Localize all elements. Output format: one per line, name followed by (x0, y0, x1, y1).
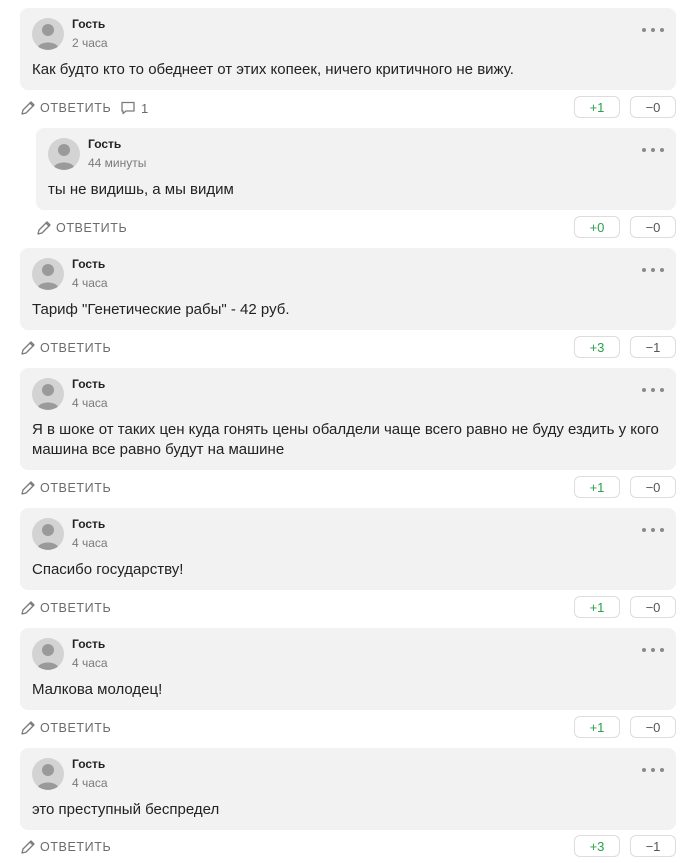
comment-time: 4 часа (72, 396, 108, 410)
comment-actions: ОТВЕТИТЬ +1 −0 (20, 716, 676, 740)
comment-text: Тариф "Генетические рабы" - 42 руб. (32, 301, 290, 318)
comment-bubble: Гость 4 часа это преступный беспредел (20, 748, 676, 830)
pencil-icon (21, 601, 35, 615)
upvote-button[interactable]: +1 (574, 96, 620, 118)
upvote-button[interactable]: +0 (574, 216, 620, 238)
comment-actions: ОТВЕТИТЬ +1 −0 (20, 596, 676, 620)
downvote-button[interactable]: −0 (630, 596, 676, 618)
downvote-button[interactable]: −1 (630, 336, 676, 358)
comment-text: это преступный беспредел (32, 801, 220, 818)
avatar[interactable] (32, 258, 64, 290)
comment-time: 4 часа (72, 656, 108, 670)
comment-bubble: Гость 44 минуты ты не видишь, а мы видим (36, 128, 676, 210)
reply-label: ОТВЕТИТЬ (40, 341, 112, 355)
comment-time: 2 часа (72, 36, 108, 50)
comment-text: ты не видишь, а мы видим (48, 181, 234, 198)
reply-label: ОТВЕТИТЬ (40, 721, 112, 735)
reply-button[interactable]: ОТВЕТИТЬ (20, 716, 111, 740)
downvote-button[interactable]: −0 (630, 96, 676, 118)
replies-count-button[interactable]: 1 (120, 96, 148, 120)
more-options-icon[interactable] (642, 26, 664, 34)
comment-icon (121, 101, 135, 115)
comment-author[interactable]: Гость (72, 757, 105, 771)
more-options-icon[interactable] (642, 146, 664, 154)
avatar[interactable] (32, 378, 64, 410)
user-placeholder-icon (37, 644, 59, 670)
reply-button[interactable]: ОТВЕТИТЬ (20, 596, 111, 620)
downvote-button[interactable]: −0 (630, 476, 676, 498)
avatar[interactable] (32, 638, 64, 670)
reply-label: ОТВЕТИТЬ (40, 840, 112, 854)
reply-button[interactable]: ОТВЕТИТЬ (20, 835, 111, 859)
comment-time: 4 часа (72, 536, 108, 550)
user-placeholder-icon (37, 384, 59, 410)
pencil-icon (21, 721, 35, 735)
avatar[interactable] (48, 138, 80, 170)
upvote-button[interactable]: +1 (574, 596, 620, 618)
more-options-icon[interactable] (642, 266, 664, 274)
pencil-icon (21, 341, 35, 355)
pencil-icon (37, 221, 51, 235)
downvote-button[interactable]: −0 (630, 716, 676, 738)
more-options-icon[interactable] (642, 766, 664, 774)
user-placeholder-icon (37, 764, 59, 790)
reply-button[interactable]: ОТВЕТИТЬ (20, 96, 111, 120)
reply-button[interactable]: ОТВЕТИТЬ (20, 476, 111, 500)
downvote-button[interactable]: −0 (630, 216, 676, 238)
comment-actions: ОТВЕТИТЬ 1 +1 −0 (20, 96, 676, 120)
reply-button[interactable]: ОТВЕТИТЬ (36, 216, 127, 240)
comment-time: 4 часа (72, 776, 108, 790)
upvote-button[interactable]: +3 (574, 835, 620, 857)
upvote-button[interactable]: +3 (574, 336, 620, 358)
comment-author[interactable]: Гость (88, 137, 121, 151)
user-placeholder-icon (37, 524, 59, 550)
user-placeholder-icon (37, 24, 59, 50)
comment-actions: ОТВЕТИТЬ +0 −0 (36, 216, 676, 240)
more-options-icon[interactable] (642, 386, 664, 394)
comment-bubble: Гость 4 часа Я в шоке от таких цен куда … (20, 368, 676, 470)
reply-label: ОТВЕТИТЬ (40, 101, 112, 115)
avatar[interactable] (32, 18, 64, 50)
comment-bubble: Гость 4 часа Тариф "Генетические рабы" -… (20, 248, 676, 330)
comment-bubble: Гость 4 часа Малкова молодец! (20, 628, 676, 710)
comment-author[interactable]: Гость (72, 17, 105, 31)
comment-author[interactable]: Гость (72, 637, 105, 651)
comment-bubble: Гость 2 часа Как будто кто то обеднеет о… (20, 8, 676, 90)
comment-text: Как будто кто то обеднеет от этих копеек… (32, 61, 514, 78)
comment-author[interactable]: Гость (72, 377, 105, 391)
more-options-icon[interactable] (642, 646, 664, 654)
replies-count: 1 (141, 100, 149, 116)
avatar[interactable] (32, 518, 64, 550)
reply-label: ОТВЕТИТЬ (56, 221, 128, 235)
comment-time: 44 минуты (88, 156, 147, 170)
reply-button[interactable]: ОТВЕТИТЬ (20, 336, 111, 360)
reply-label: ОТВЕТИТЬ (40, 481, 112, 495)
comment-author[interactable]: Гость (72, 257, 105, 271)
comment-actions: ОТВЕТИТЬ +3 −1 (20, 835, 676, 859)
comment-text: Я в шоке от таких цен куда гонять цены о… (32, 421, 659, 458)
pencil-icon (21, 481, 35, 495)
comment-bubble: Гость 4 часа Спасибо государству! (20, 508, 676, 590)
user-placeholder-icon (37, 264, 59, 290)
upvote-button[interactable]: +1 (574, 476, 620, 498)
pencil-icon (21, 101, 35, 115)
more-options-icon[interactable] (642, 526, 664, 534)
comment-actions: ОТВЕТИТЬ +1 −0 (20, 476, 676, 500)
avatar[interactable] (32, 758, 64, 790)
comment-text: Спасибо государству! (32, 561, 184, 578)
downvote-button[interactable]: −1 (630, 835, 676, 857)
comment-author[interactable]: Гость (72, 517, 105, 531)
comment-text: Малкова молодец! (32, 681, 163, 698)
upvote-button[interactable]: +1 (574, 716, 620, 738)
comment-time: 4 часа (72, 276, 108, 290)
comment-actions: ОТВЕТИТЬ +3 −1 (20, 336, 676, 360)
pencil-icon (21, 840, 35, 854)
user-placeholder-icon (53, 144, 75, 170)
reply-label: ОТВЕТИТЬ (40, 601, 112, 615)
